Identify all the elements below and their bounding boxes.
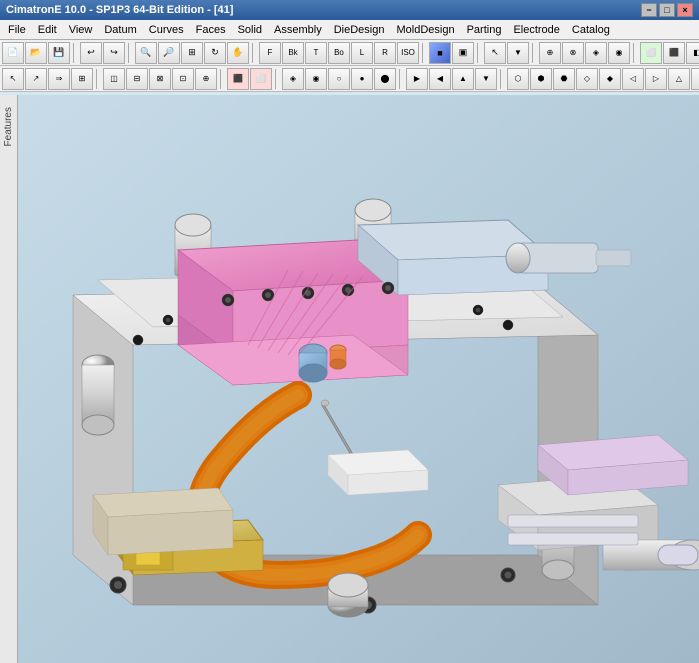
- sep1: [73, 43, 77, 63]
- toolbar-row-2: ↖ ↗ ⇒ ⊞ ◫ ⊟ ⊠ ⊡ ⊕ ⬛ ⬜ ◈ ◉ ○ ● ⬤ ▶ ◀ ▲ ▼ …: [0, 66, 699, 92]
- menu-solid[interactable]: Solid: [232, 22, 268, 38]
- tb2-20[interactable]: ▼: [475, 68, 497, 90]
- menu-edit[interactable]: Edit: [32, 22, 63, 38]
- main-viewport[interactable]: [18, 95, 699, 663]
- close-button[interactable]: ×: [677, 3, 693, 17]
- minimize-button[interactable]: −: [641, 3, 657, 17]
- maximize-button[interactable]: □: [659, 3, 675, 17]
- tb2-3[interactable]: ⇒: [48, 68, 70, 90]
- tb2-15[interactable]: ●: [351, 68, 373, 90]
- menu-parting[interactable]: Parting: [461, 22, 508, 38]
- tb2-5[interactable]: ◫: [103, 68, 125, 90]
- tb-extra1[interactable]: ⊕: [539, 42, 561, 64]
- sep6: [532, 43, 536, 63]
- sep7: [633, 43, 637, 63]
- title-bar-controls: − □ ×: [641, 3, 693, 17]
- select-button[interactable]: ↖: [484, 42, 506, 64]
- tb2-11[interactable]: ⬜: [250, 68, 272, 90]
- new-button[interactable]: 📄: [2, 42, 24, 64]
- left-sidebar: Features: [0, 95, 18, 663]
- menu-electrode[interactable]: Electrode: [507, 22, 565, 38]
- app-title: CimatronE 10.0 - SP1P3 64-Bit Edition - …: [6, 4, 233, 16]
- select-filter-button[interactable]: ▼: [507, 42, 529, 64]
- tb-extra4[interactable]: ◉: [608, 42, 630, 64]
- save-button[interactable]: 💾: [48, 42, 70, 64]
- tb2-7[interactable]: ⊠: [149, 68, 171, 90]
- title-bar: CimatronE 10.0 - SP1P3 64-Bit Edition - …: [0, 0, 699, 20]
- tb2-19[interactable]: ▲: [452, 68, 474, 90]
- tb2-23[interactable]: ⬣: [553, 68, 575, 90]
- tb2-16[interactable]: ⬤: [374, 68, 396, 90]
- view-iso-button[interactable]: ISO: [397, 42, 419, 64]
- shade-button[interactable]: ■: [429, 42, 451, 64]
- tb2-4[interactable]: ⊞: [71, 68, 93, 90]
- zoom-in-button[interactable]: 🔍: [135, 42, 157, 64]
- sep5: [477, 43, 481, 63]
- menu-catalog[interactable]: Catalog: [566, 22, 616, 38]
- tb2-10[interactable]: ⬛: [227, 68, 249, 90]
- tb2-21[interactable]: ⬡: [507, 68, 529, 90]
- menu-bar: File Edit View Datum Curves Faces Solid …: [0, 20, 699, 40]
- zoom-out-button[interactable]: 🔎: [158, 42, 180, 64]
- tb-extra5[interactable]: ⬜: [640, 42, 662, 64]
- menu-datum[interactable]: Datum: [98, 22, 142, 38]
- sep12: [500, 69, 504, 89]
- tb-extra3[interactable]: ◈: [585, 42, 607, 64]
- menu-molddesign[interactable]: MoldDesign: [390, 22, 460, 38]
- view-top-button[interactable]: T: [305, 42, 327, 64]
- menu-curves[interactable]: Curves: [143, 22, 190, 38]
- view-right-button[interactable]: R: [374, 42, 396, 64]
- tb2-6[interactable]: ⊟: [126, 68, 148, 90]
- zoom-fit-button[interactable]: ⊞: [181, 42, 203, 64]
- tb-extra7[interactable]: ◧: [686, 42, 699, 64]
- tb2-14[interactable]: ○: [328, 68, 350, 90]
- tb-extra6[interactable]: ⬛: [663, 42, 685, 64]
- pan-button[interactable]: ✋: [227, 42, 249, 64]
- sep9: [220, 69, 224, 89]
- tb2-22[interactable]: ⬢: [530, 68, 552, 90]
- view-front-button[interactable]: F: [259, 42, 281, 64]
- tb2-2[interactable]: ↗: [25, 68, 47, 90]
- menu-faces[interactable]: Faces: [190, 22, 232, 38]
- open-button[interactable]: 📂: [25, 42, 47, 64]
- tb2-27[interactable]: ▷: [645, 68, 667, 90]
- sep2: [128, 43, 132, 63]
- features-label[interactable]: Features: [3, 107, 14, 146]
- tb2-13[interactable]: ◉: [305, 68, 327, 90]
- tb-extra2[interactable]: ⊗: [562, 42, 584, 64]
- cad-viewport-svg: [18, 95, 699, 663]
- sep4: [422, 43, 426, 63]
- tb2-8[interactable]: ⊡: [172, 68, 194, 90]
- menu-diedesign[interactable]: DieDesign: [328, 22, 391, 38]
- tb2-26[interactable]: ◁: [622, 68, 644, 90]
- tb2-17[interactable]: ▶: [406, 68, 428, 90]
- menu-file[interactable]: File: [2, 22, 32, 38]
- tb2-24[interactable]: ◇: [576, 68, 598, 90]
- tb2-28[interactable]: △: [668, 68, 690, 90]
- sep11: [399, 69, 403, 89]
- tb2-1[interactable]: ↖: [2, 68, 24, 90]
- tb2-29[interactable]: ▽: [691, 68, 699, 90]
- view-bottom-button[interactable]: Bo: [328, 42, 350, 64]
- undo-button[interactable]: ↩: [80, 42, 102, 64]
- redo-button[interactable]: ↪: [103, 42, 125, 64]
- tb2-12[interactable]: ◈: [282, 68, 304, 90]
- view-left-button[interactable]: L: [351, 42, 373, 64]
- toolbar-row-1: 📄 📂 💾 ↩ ↪ 🔍 🔎 ⊞ ↻ ✋ F Bk T Bo L R ISO ■ …: [0, 40, 699, 66]
- sep10: [275, 69, 279, 89]
- wireframe-button[interactable]: ▣: [452, 42, 474, 64]
- tb2-18[interactable]: ◀: [429, 68, 451, 90]
- menu-view[interactable]: View: [63, 22, 99, 38]
- tb2-9[interactable]: ⊕: [195, 68, 217, 90]
- tb2-25[interactable]: ◆: [599, 68, 621, 90]
- menu-assembly[interactable]: Assembly: [268, 22, 328, 38]
- view-back-button[interactable]: Bk: [282, 42, 304, 64]
- rotate-button[interactable]: ↻: [204, 42, 226, 64]
- sep3: [252, 43, 256, 63]
- sep8: [96, 69, 100, 89]
